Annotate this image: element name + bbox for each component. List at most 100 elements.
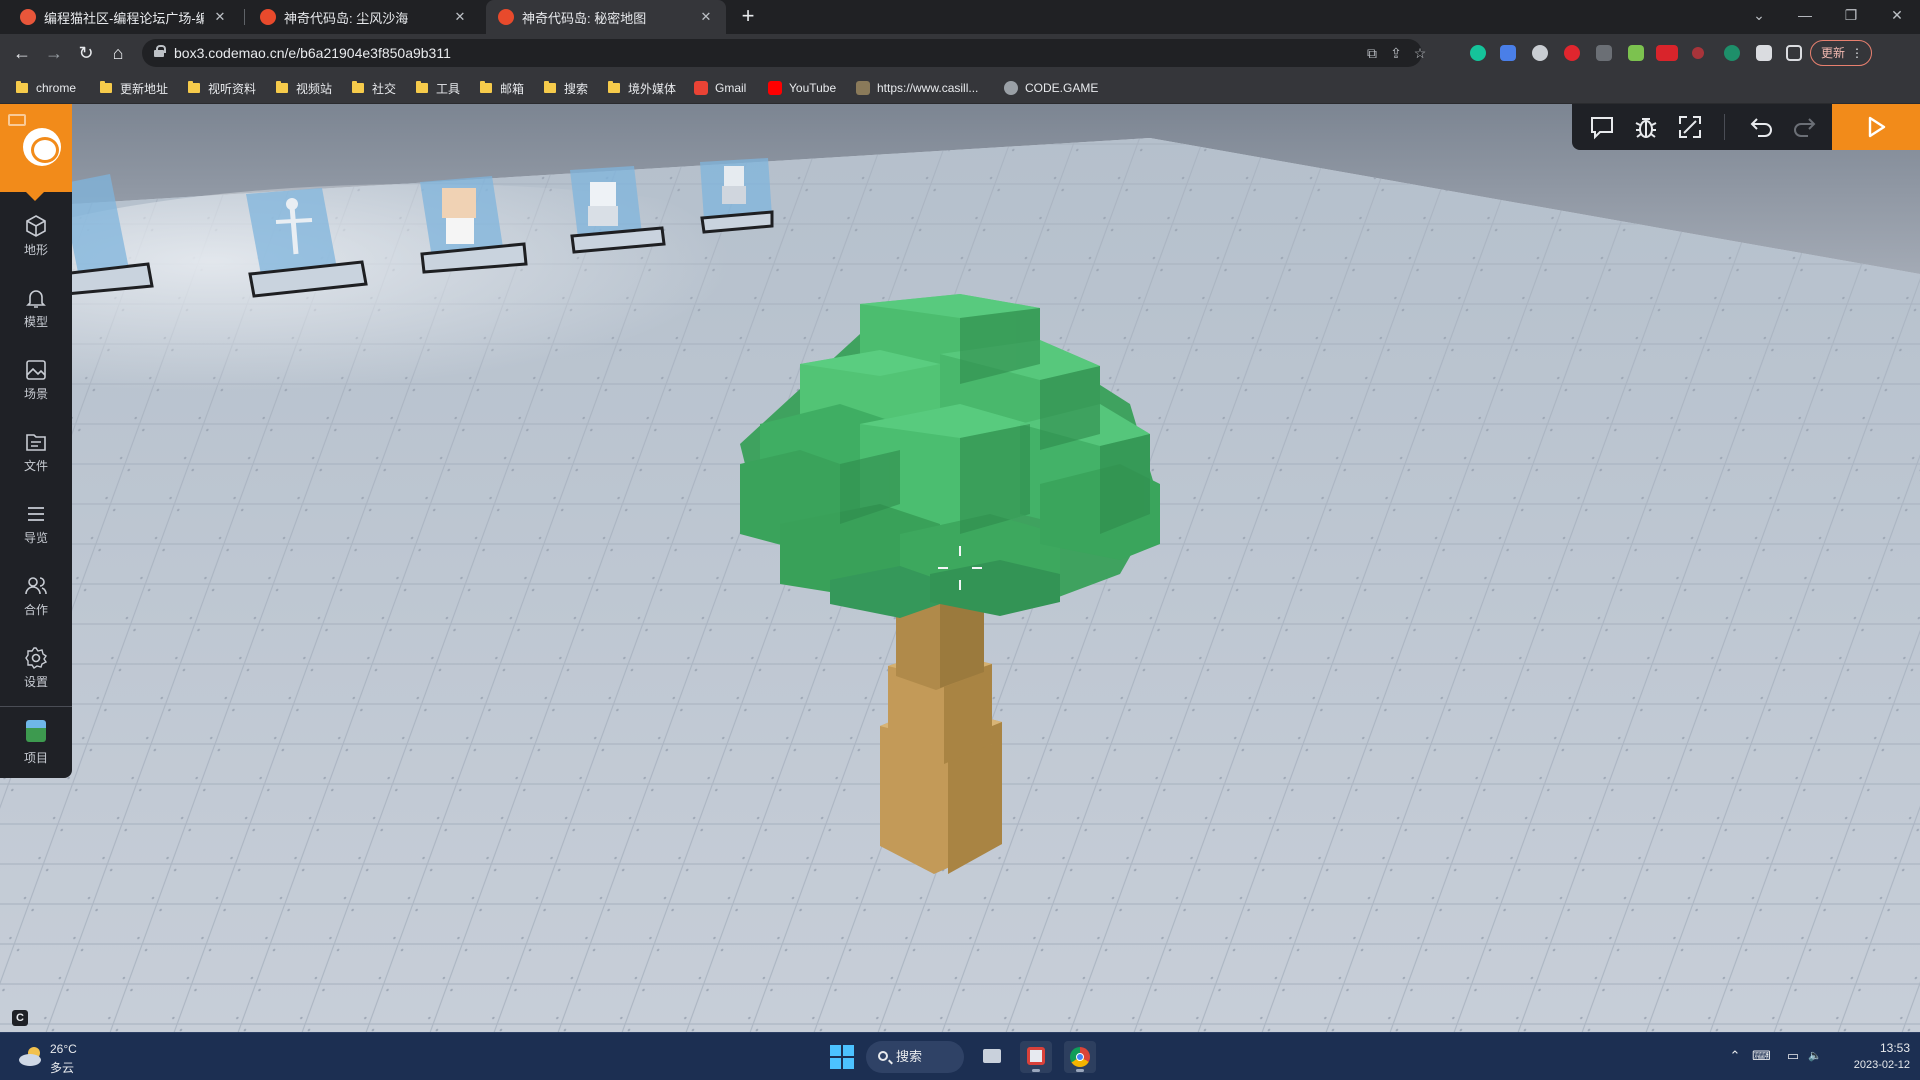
bookmarks-bar: chrome 更新地址 视听资料 视频站 社交 工具 邮箱 搜索 境外媒体 Gm… <box>0 72 1920 104</box>
tab-strip: 编程猫社区-编程论坛广场-编程学 ✕ 神奇代码岛: 尘风沙海 ✕ 神奇代码岛: … <box>0 0 1920 34</box>
new-tab-button[interactable]: + <box>736 5 760 29</box>
keyboard-icon[interactable]: ⌨ <box>1752 1047 1771 1065</box>
clock-time[interactable]: 13:53 <box>1860 1041 1910 1055</box>
extension-red-icon[interactable] <box>1564 45 1580 61</box>
extension-colorful-icon[interactable] <box>1628 45 1644 61</box>
bookmark-search[interactable]: 搜索 <box>544 72 588 104</box>
bookmark-casill[interactable]: https://www.casill... <box>856 72 978 104</box>
close-window-button[interactable]: ✕ <box>1874 0 1920 34</box>
bookmark-foreign-media[interactable]: 境外媒体 <box>608 72 676 104</box>
address-bar[interactable]: box3.codemao.cn/e/b6a21904e3f850a9b311 ⧉… <box>142 39 1426 67</box>
image-icon <box>26 360 46 380</box>
weather-description[interactable]: 多云 <box>50 1059 74 1076</box>
snipping-tool-app[interactable] <box>1020 1041 1052 1073</box>
logo-dropdown-caret-icon <box>26 192 44 201</box>
side-item-label: 合作 <box>23 603 48 617</box>
weather-temperature[interactable]: 26°C <box>50 1042 77 1056</box>
extension-screen-icon[interactable] <box>1596 45 1612 61</box>
task-view-app[interactable] <box>976 1041 1008 1073</box>
share-icon[interactable]: ⇪ <box>1386 44 1406 64</box>
tab-close-icon[interactable]: ✕ <box>212 9 228 25</box>
chat-icon[interactable] <box>1588 113 1616 141</box>
bell-model-icon <box>26 290 46 308</box>
puzzle-extensions-icon[interactable] <box>1756 45 1772 61</box>
bookmark-update-address[interactable]: 更新地址 <box>100 72 168 104</box>
side-item-project[interactable]: 项目 <box>0 716 72 776</box>
tab-title: 神奇代码岛: 尘风沙海 <box>284 10 409 26</box>
fullscreen-icon[interactable] <box>1676 113 1704 141</box>
box3-logo-button[interactable] <box>0 104 72 192</box>
cube-icon <box>26 215 46 237</box>
tab-title: 编程猫社区-编程论坛广场-编程学 <box>44 10 204 26</box>
globe-icon <box>1004 81 1018 95</box>
grammarly-extension-icon[interactable] <box>1470 45 1486 61</box>
bookmark-social[interactable]: 社交 <box>352 72 396 104</box>
undo-icon[interactable] <box>1748 113 1776 141</box>
side-item-guide[interactable]: 导览 <box>0 496 72 556</box>
tab-close-icon[interactable]: ✕ <box>452 9 468 25</box>
side-item-label: 文件 <box>23 459 48 473</box>
bookmark-av-materials[interactable]: 视听资料 <box>188 72 256 104</box>
side-item-files[interactable]: 文件 <box>0 424 72 484</box>
tab-secret-map[interactable]: 神奇代码岛: 秘密地图 ✕ <box>486 0 726 34</box>
play-button[interactable] <box>1832 104 1920 150</box>
side-item-settings[interactable]: 设置 <box>0 640 72 700</box>
side-item-terrain[interactable]: 地形 <box>0 208 72 268</box>
taskbar-search-button[interactable]: 搜索 <box>866 1041 964 1073</box>
open-external-icon[interactable]: ⧉ <box>1362 44 1382 64</box>
extension-grey-icon[interactable] <box>1532 45 1548 61</box>
bookmark-tools[interactable]: 工具 <box>416 72 460 104</box>
back-button[interactable]: ← <box>8 39 36 67</box>
extension-green-icon[interactable] <box>1724 45 1740 61</box>
tab-dust-sea[interactable]: 神奇代码岛: 尘风沙海 ✕ <box>248 0 480 34</box>
extension-small-red-icon[interactable] <box>1692 47 1704 59</box>
bookmark-code-game[interactable]: CODE.GAME <box>1004 72 1098 104</box>
windows-logo-icon <box>843 1045 854 1056</box>
weather-cloud-icon[interactable] <box>18 1045 44 1067</box>
bookmark-mail[interactable]: 邮箱 <box>480 72 524 104</box>
minimize-button[interactable]: — <box>1782 0 1828 34</box>
display-case-small-robot <box>700 158 774 234</box>
lock-icon[interactable] <box>154 45 166 57</box>
bookmark-label: 视听资料 <box>208 81 257 96</box>
forward-button[interactable]: → <box>40 39 68 67</box>
3d-viewport[interactable] <box>0 104 1920 1032</box>
bookmark-star-icon[interactable]: ☆ <box>1410 44 1430 64</box>
side-panel-icon[interactable] <box>1786 45 1802 61</box>
home-button[interactable]: ⌂ <box>104 39 132 67</box>
chrome-app[interactable] <box>1064 1041 1096 1073</box>
menu-icon[interactable]: ⋮ <box>1851 41 1863 65</box>
side-item-label: 项目 <box>23 751 48 765</box>
bookmark-chrome[interactable]: chrome <box>16 72 76 104</box>
bookmark-gmail[interactable]: Gmail <box>694 72 746 104</box>
tray-overflow-chevron-icon[interactable]: ⌃ <box>1726 1047 1744 1065</box>
debug-bug-icon[interactable] <box>1632 113 1660 141</box>
windows-logo-icon <box>830 1058 841 1069</box>
volume-icon[interactable]: 🔈 <box>1806 1047 1824 1065</box>
translate-extension-icon[interactable] <box>1500 45 1516 61</box>
update-button[interactable]: 更新 ⋮ <box>1810 40 1872 66</box>
bookmark-label: 工具 <box>436 81 461 96</box>
corner-badge[interactable]: C <box>12 1010 28 1026</box>
bookmark-youtube[interactable]: YouTube <box>768 72 836 104</box>
tab-close-icon[interactable]: ✕ <box>698 9 714 25</box>
side-item-label: 导览 <box>23 531 48 545</box>
box3-favicon-icon <box>260 9 276 25</box>
extension-off-icon[interactable] <box>1656 45 1678 61</box>
tab-codemao-community[interactable]: 编程猫社区-编程论坛广场-编程学 ✕ <box>8 0 240 34</box>
side-item-collaborate[interactable]: 合作 <box>0 568 72 628</box>
restore-button[interactable]: ❐ <box>1828 0 1874 34</box>
bookmark-video-sites[interactable]: 视频站 <box>276 72 332 104</box>
network-icon[interactable]: ▭ <box>1784 1047 1802 1065</box>
redo-icon[interactable] <box>1790 113 1818 141</box>
clock-date[interactable]: 2023-02-12 <box>1832 1059 1910 1071</box>
start-button[interactable] <box>830 1045 854 1069</box>
side-item-model[interactable]: 模型 <box>0 280 72 340</box>
taskbar: 26°C 多云 搜索 ⌃ ⌨ ▭ 🔈 13:53 2023-02-12 <box>0 1032 1920 1080</box>
box3-favicon-icon <box>498 9 514 25</box>
url-text[interactable]: box3.codemao.cn/e/b6a21904e3f850a9b311 <box>174 45 451 61</box>
reload-button[interactable]: ↻ <box>72 39 100 67</box>
users-icon <box>25 577 47 595</box>
side-item-scene[interactable]: 场景 <box>0 352 72 412</box>
tab-search-dropdown-icon[interactable]: ⌄ <box>1736 0 1782 34</box>
